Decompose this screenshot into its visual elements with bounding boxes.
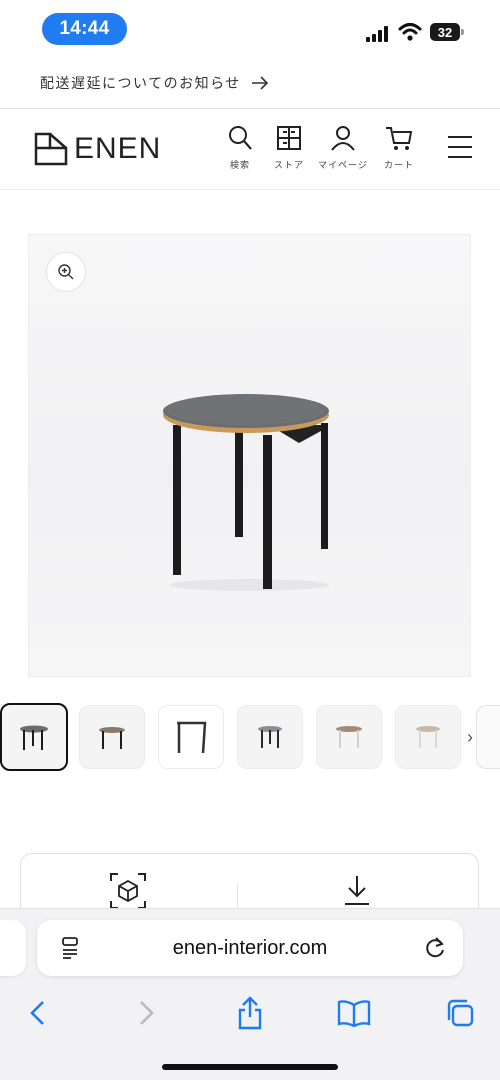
zoom-button[interactable]	[46, 252, 86, 292]
thumbnail-strip: ›	[0, 703, 500, 771]
nav-mypage[interactable]: マイページ	[318, 124, 368, 184]
thumbnail-table-icon	[20, 725, 48, 750]
share-button[interactable]	[230, 993, 270, 1033]
share-icon	[238, 996, 262, 1030]
thumbnail-3[interactable]	[158, 705, 224, 769]
nav-label-search: 検索	[229, 161, 250, 171]
status-time: 14:44	[42, 13, 127, 45]
thumbnail-table-icon	[336, 726, 362, 748]
thumbnail-6[interactable]	[395, 705, 461, 769]
nav-label-mypage: マイページ	[318, 161, 368, 171]
tabs-button[interactable]	[440, 993, 480, 1033]
thumbnail-2[interactable]	[79, 705, 145, 769]
wifi-icon	[398, 23, 422, 41]
home-indicator	[162, 1064, 338, 1070]
cart-icon	[386, 127, 413, 150]
cellular-signal-icon	[366, 26, 388, 42]
product-main-image[interactable]	[28, 234, 471, 677]
thumbnail-5[interactable]	[316, 705, 382, 769]
bookmarks-button[interactable]	[334, 993, 374, 1033]
delivery-notice-link[interactable]: 配送遅延についてのお知らせ	[0, 58, 500, 109]
nav-label-cart: カート	[384, 161, 415, 171]
safari-bottom-bar: enen-interior.com	[0, 908, 500, 1080]
nav-store[interactable]: ストア	[274, 124, 304, 184]
status-bar: 14:44 32	[0, 0, 500, 58]
download-icon[interactable]	[343, 874, 371, 906]
round-table-image	[163, 394, 329, 591]
notice-text: 配送遅延についてのお知らせ	[40, 76, 241, 92]
user-icon	[331, 126, 355, 151]
nav-label-store: ストア	[274, 161, 305, 171]
arrow-right-icon	[251, 76, 268, 90]
thumbnail-leg-frame-icon	[177, 721, 207, 754]
bookmarks-icon	[337, 1000, 371, 1027]
hamburger-menu-icon[interactable]	[447, 134, 473, 160]
back-button[interactable]	[18, 993, 58, 1033]
nav-search[interactable]: 検索	[226, 124, 254, 184]
thumbnail-7-partial[interactable]	[476, 705, 500, 769]
previous-tab-peek[interactable]	[0, 920, 26, 976]
tabs-icon	[447, 999, 474, 1027]
store-icon	[277, 126, 301, 150]
ar-view-cube-icon[interactable]	[109, 872, 147, 910]
forward-icon	[140, 1001, 154, 1025]
thumbnail-table-icon	[99, 727, 125, 749]
zoom-in-icon	[58, 264, 74, 280]
back-icon	[30, 1001, 44, 1025]
reload-icon[interactable]	[423, 935, 447, 961]
forward-button[interactable]	[126, 993, 166, 1033]
safari-toolbar	[0, 989, 500, 1037]
address-bar[interactable]: enen-interior.com	[37, 920, 463, 976]
enen-logo-mark-icon	[34, 132, 68, 166]
battery-icon: 32	[430, 23, 464, 41]
logo-text: ENEN	[74, 132, 162, 165]
nav-cart[interactable]: カート	[384, 124, 414, 184]
thumbnail-1[interactable]	[0, 703, 68, 771]
battery-level: 32	[437, 24, 453, 40]
thumbnail-table-icon	[258, 726, 282, 748]
site-header: ENEN 検索 ストア マイページ カート	[0, 110, 500, 190]
url-text: enen-interior.com	[172, 937, 328, 959]
search-icon	[229, 126, 252, 150]
thumbnail-4[interactable]	[237, 705, 303, 769]
thumbnail-table-icon	[416, 726, 440, 748]
enen-logo[interactable]: ENEN	[34, 130, 161, 168]
